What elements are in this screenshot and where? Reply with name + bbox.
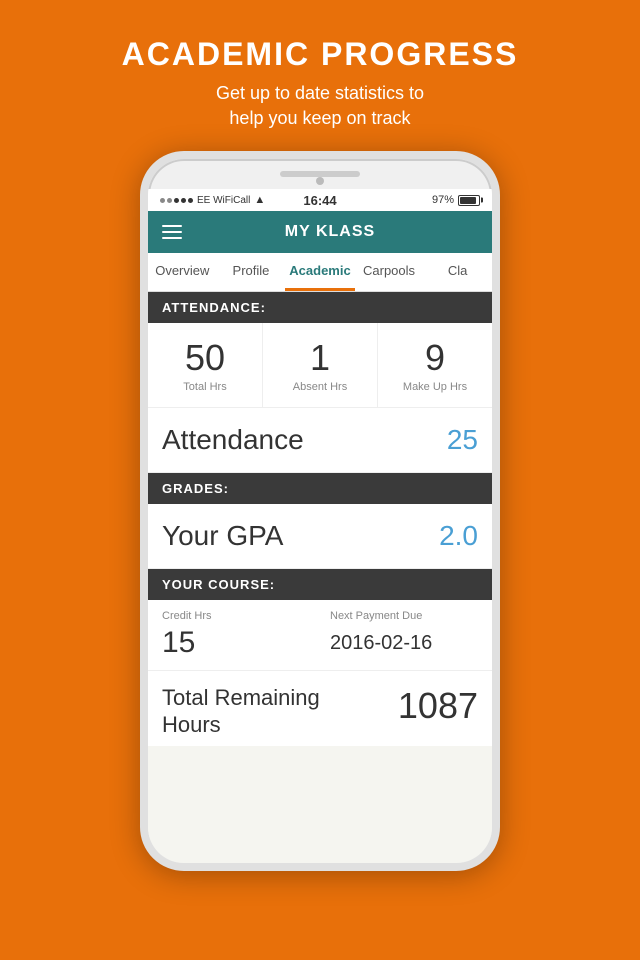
stat-total-number: 50 (156, 337, 254, 379)
attendance-summary-row: Attendance 25 (148, 408, 492, 473)
status-right: 97% (432, 194, 480, 206)
next-payment-value: 2016-02-16 (330, 626, 478, 655)
wifi-icon: ▲ (254, 194, 265, 206)
battery-icon (458, 195, 480, 206)
page-title: ACADEMIC PROGRESS (122, 36, 519, 73)
nav-bar: MY KLASS (148, 211, 492, 253)
page-subtitle: Get up to date statistics tohelp you kee… (122, 81, 519, 131)
attendance-summary-label: Attendance (162, 424, 304, 456)
content-area: ATTENDANCE: 50 Total Hrs 1 Absent Hrs 9 … (148, 292, 492, 863)
gpa-value: 2.0 (439, 520, 478, 552)
attendance-summary-value: 25 (447, 424, 478, 456)
next-payment-field-label: Next Payment Due (330, 610, 478, 622)
grades-section-header: GRADES: (148, 473, 492, 504)
tab-bar: Overview Profile Academic Carpools Cla (148, 253, 492, 292)
status-time: 16:44 (303, 193, 336, 208)
gpa-row: Your GPA 2.0 (148, 504, 492, 569)
gpa-label: Your GPA (162, 520, 283, 552)
attendance-stats-row: 50 Total Hrs 1 Absent Hrs 9 Make Up Hrs (148, 323, 492, 408)
tab-classes[interactable]: Cla (423, 253, 492, 291)
stat-total-hrs: 50 Total Hrs (148, 323, 263, 407)
phone-screen: EE WiFiCall ▲ 16:44 97% MY KLASS Overvie… (148, 189, 492, 863)
credit-hrs-field-label: Credit Hrs (162, 610, 310, 622)
tab-overview[interactable]: Overview (148, 253, 217, 291)
attendance-section-header: ATTENDANCE: (148, 292, 492, 323)
status-left: EE WiFiCall ▲ (160, 194, 265, 206)
stat-absent-label: Absent Hrs (271, 381, 369, 393)
course-info-grid: Credit Hrs 15 Next Payment Due 2016-02-1… (148, 600, 492, 671)
stat-total-label: Total Hrs (156, 381, 254, 393)
carrier-label: EE WiFiCall (197, 195, 250, 206)
stat-absent-hrs: 1 Absent Hrs (263, 323, 378, 407)
stat-makeup-number: 9 (386, 337, 484, 379)
tab-carpools[interactable]: Carpools (355, 253, 424, 291)
credit-hrs-value: 15 (162, 626, 310, 660)
stat-absent-number: 1 (271, 337, 369, 379)
phone-mockup: EE WiFiCall ▲ 16:44 97% MY KLASS Overvie… (140, 151, 500, 871)
course-section-header: YOUR COURSE: (148, 569, 492, 600)
total-remaining-row: Total RemainingHours 1087 (148, 671, 492, 746)
stat-makeup-hrs: 9 Make Up Hrs (378, 323, 492, 407)
next-payment-col: Next Payment Due 2016-02-16 (330, 610, 478, 660)
total-remaining-label: Total RemainingHours (162, 685, 320, 738)
header-section: ACADEMIC PROGRESS Get up to date statist… (122, 0, 519, 151)
credit-hrs-col: Credit Hrs 15 (162, 610, 310, 660)
status-bar: EE WiFiCall ▲ 16:44 97% (148, 189, 492, 211)
battery-percent: 97% (432, 194, 454, 206)
stat-makeup-label: Make Up Hrs (386, 381, 484, 393)
total-remaining-value: 1087 (398, 685, 478, 727)
hamburger-button[interactable] (162, 225, 182, 239)
tab-academic[interactable]: Academic (285, 253, 354, 291)
tab-profile[interactable]: Profile (217, 253, 286, 291)
nav-title: MY KLASS (182, 223, 478, 241)
